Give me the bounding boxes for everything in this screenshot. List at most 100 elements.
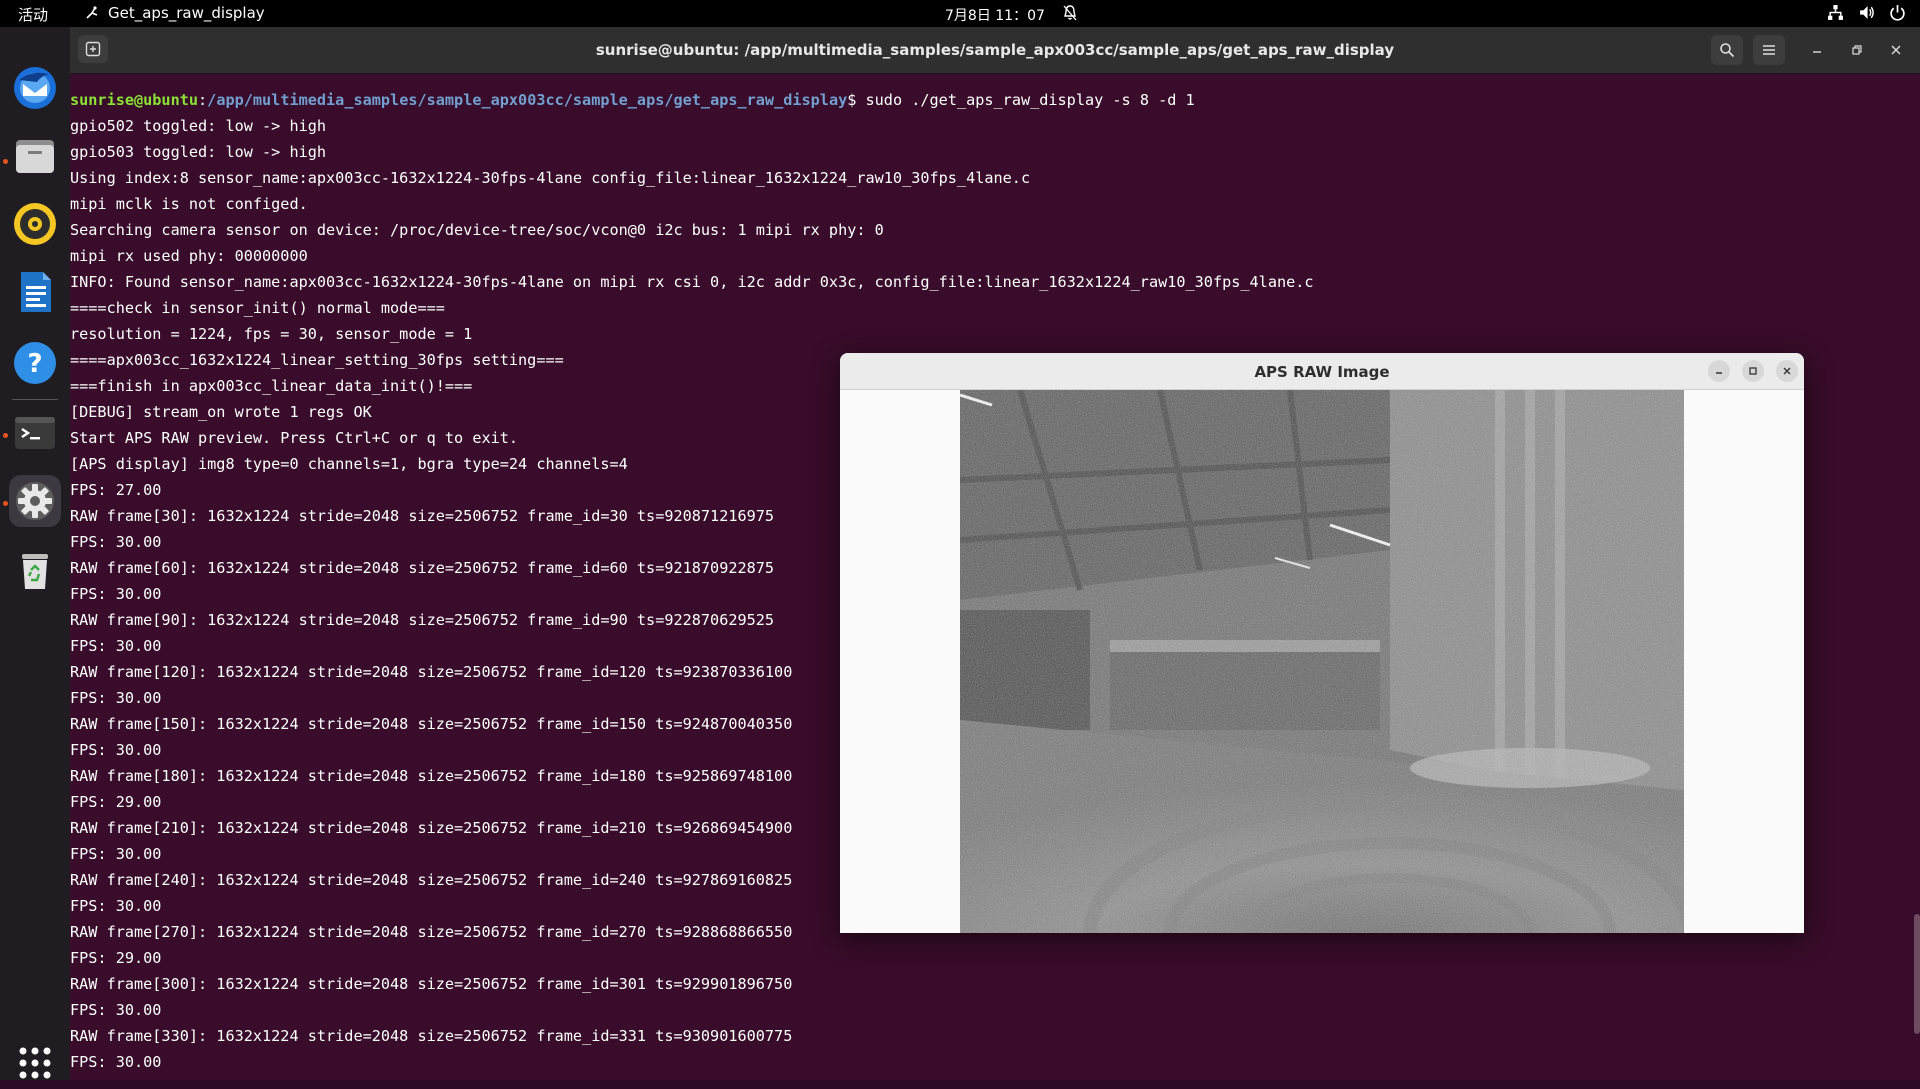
prompt-user: sunrise@ubuntu xyxy=(70,91,199,109)
show-apps-button[interactable] xyxy=(9,1037,61,1089)
dock-settings[interactable] xyxy=(9,475,61,527)
terminal-line: RAW frame[30]: 1632x1224 stride=2048 siz… xyxy=(70,507,775,525)
rhythmbox-icon xyxy=(14,203,56,245)
hamburger-menu-icon xyxy=(1763,45,1775,55)
terminal-icon xyxy=(15,417,55,449)
search-icon xyxy=(1720,43,1735,58)
terminal-line: ====check in sensor_init() normal mode==… xyxy=(70,299,445,317)
scrollbar[interactable] xyxy=(1914,914,1920,1034)
terminal-line: RAW frame[180]: 1632x1224 stride=2048 si… xyxy=(70,767,793,785)
terminal-headerbar: sunrise@ubuntu: /app/multimedia_samples/… xyxy=(70,27,1920,74)
prompt-separator: : xyxy=(198,91,208,109)
thunderbird-icon xyxy=(14,67,56,109)
dock: ? xyxy=(0,27,70,1080)
aps-close-button[interactable] xyxy=(1776,360,1798,382)
dock-thunderbird[interactable] xyxy=(9,62,61,114)
trash-icon xyxy=(22,554,48,589)
terminal-line: FPS: 30.00 xyxy=(70,897,162,915)
close-button[interactable] xyxy=(1885,39,1907,61)
menu-button[interactable] xyxy=(1753,35,1785,65)
aps-window-title: APS RAW Image xyxy=(1254,363,1390,381)
terminal-line: gpio502 toggled: low -> high xyxy=(70,117,327,135)
terminal-title: sunrise@ubuntu: /app/multimedia_samples/… xyxy=(595,41,1395,59)
dock-rhythmbox[interactable] xyxy=(9,198,61,250)
dock-running-indicator xyxy=(3,501,8,506)
volume-icon[interactable] xyxy=(1858,4,1875,21)
aps-raw-image-window[interactable]: APS RAW Image xyxy=(840,353,1804,933)
search-button[interactable] xyxy=(1711,35,1743,65)
activities-button[interactable]: 活动 xyxy=(18,4,48,25)
dock-separator xyxy=(12,399,58,400)
terminal-line: FPS: 29.00 xyxy=(70,949,162,967)
clock[interactable]: 7月8日 11：07 xyxy=(945,5,1045,25)
terminal-line: RAW frame[90]: 1632x1224 stride=2048 siz… xyxy=(70,611,775,629)
files-icon xyxy=(16,140,54,173)
aps-minimize-button[interactable] xyxy=(1708,360,1730,382)
terminal-line: FPS: 30.00 xyxy=(70,689,162,707)
terminal-line: INFO: Found sensor_name:apx003cc-1632x12… xyxy=(70,273,1314,291)
system-tray[interactable] xyxy=(1827,4,1906,21)
close-icon xyxy=(1891,45,1901,55)
terminal-line: FPS: 30.00 xyxy=(70,741,162,759)
terminal-line: FPS: 30.00 xyxy=(70,1001,162,1019)
power-icon[interactable] xyxy=(1889,4,1906,21)
dock-help[interactable]: ? xyxy=(9,337,61,389)
settings-icon xyxy=(16,482,54,520)
terminal-line: FPS: 30.00 xyxy=(70,533,162,551)
terminal-line: FPS: 29.00 xyxy=(70,793,162,811)
dock-running-indicator xyxy=(3,433,8,438)
terminal-line: gpio503 toggled: low -> high xyxy=(70,143,327,161)
terminal-line: RAW frame[240]: 1632x1224 stride=2048 si… xyxy=(70,871,793,889)
app-menu[interactable]: Get_aps_raw_display xyxy=(84,4,265,22)
terminal-line: RAW frame[330]: 1632x1224 stride=2048 si… xyxy=(70,1027,793,1045)
prompt-command: $ sudo ./get_aps_raw_display -s 8 -d 1 xyxy=(847,91,1195,109)
terminal-line: RAW frame[120]: 1632x1224 stride=2048 si… xyxy=(70,663,793,681)
terminal-line: RAW frame[60]: 1632x1224 stride=2048 siz… xyxy=(70,559,775,577)
dock-writer[interactable] xyxy=(9,266,61,318)
close-icon xyxy=(1783,367,1791,375)
app-menu-label: Get_aps_raw_display xyxy=(108,4,265,22)
app-menu-icon xyxy=(86,6,98,19)
terminal-line: RAW frame[210]: 1632x1224 stride=2048 si… xyxy=(70,819,793,837)
minimize-button[interactable] xyxy=(1806,39,1828,61)
terminal-line: Searching camera sensor on device: /proc… xyxy=(70,221,884,239)
restore-button[interactable] xyxy=(1846,39,1868,61)
terminal-line: RAW frame[300]: 1632x1224 stride=2048 si… xyxy=(70,975,793,993)
terminal-line: mipi rx used phy: 00000000 xyxy=(70,247,308,265)
help-icon: ? xyxy=(14,342,56,384)
terminal-line: Using index:8 sensor_name:apx003cc-1632x… xyxy=(70,169,1031,187)
terminal-line: resolution = 1224, fps = 30, sensor_mode… xyxy=(70,325,473,343)
aps-maximize-button[interactable] xyxy=(1742,360,1764,382)
network-icon[interactable] xyxy=(1827,4,1844,21)
aps-window-titlebar[interactable]: APS RAW Image xyxy=(840,353,1804,390)
raw-frame-image xyxy=(960,390,1684,933)
minimize-icon xyxy=(1716,372,1722,374)
terminal-line: [APS display] img8 type=0 channels=1, bg… xyxy=(70,455,628,473)
dock-running-indicator xyxy=(3,159,8,164)
terminal-line: ====apx003cc_1632x1224_linear_setting_30… xyxy=(70,351,564,369)
terminal-line: FPS: 30.00 xyxy=(70,637,162,655)
terminal-line: FPS: 30.00 xyxy=(70,585,162,603)
terminal-line: ===finish in apx003cc_linear_data_init()… xyxy=(70,377,473,395)
dock-files[interactable] xyxy=(9,130,61,182)
svg-text:?: ? xyxy=(27,349,42,379)
notification-bell-icon[interactable] xyxy=(1062,4,1078,22)
restore-icon xyxy=(1852,45,1862,55)
minimize-icon xyxy=(1813,51,1821,53)
terminal-line: RAW frame[150]: 1632x1224 stride=2048 si… xyxy=(70,715,793,733)
dock-trash[interactable] xyxy=(9,544,61,596)
prompt-line: sunrise@ubuntu:/app/multimedia_samples/s… xyxy=(70,90,1195,110)
terminal-line: [DEBUG] stream_on wrote 1 regs OK xyxy=(70,403,372,421)
writer-icon xyxy=(21,272,51,312)
aps-raw-image xyxy=(960,390,1684,933)
terminal-line: RAW frame[270]: 1632x1224 stride=2048 si… xyxy=(70,923,793,941)
terminal-line: FPS: 27.00 xyxy=(70,481,162,499)
prompt-path: /app/multimedia_samples/sample_apx003cc/… xyxy=(207,91,848,109)
terminal-line: mipi mclk is not configed. xyxy=(70,195,308,213)
terminal-line: Start APS RAW preview. Press Ctrl+C or q… xyxy=(70,429,519,447)
maximize-icon xyxy=(1749,367,1757,375)
terminal-line: FPS: 30.00 xyxy=(70,845,162,863)
top-bar: 活动 Get_aps_raw_display 7月8日 11：07 xyxy=(0,0,1920,27)
dock-terminal[interactable] xyxy=(9,407,61,459)
terminal-line: FPS: 30.00 xyxy=(70,1053,162,1071)
